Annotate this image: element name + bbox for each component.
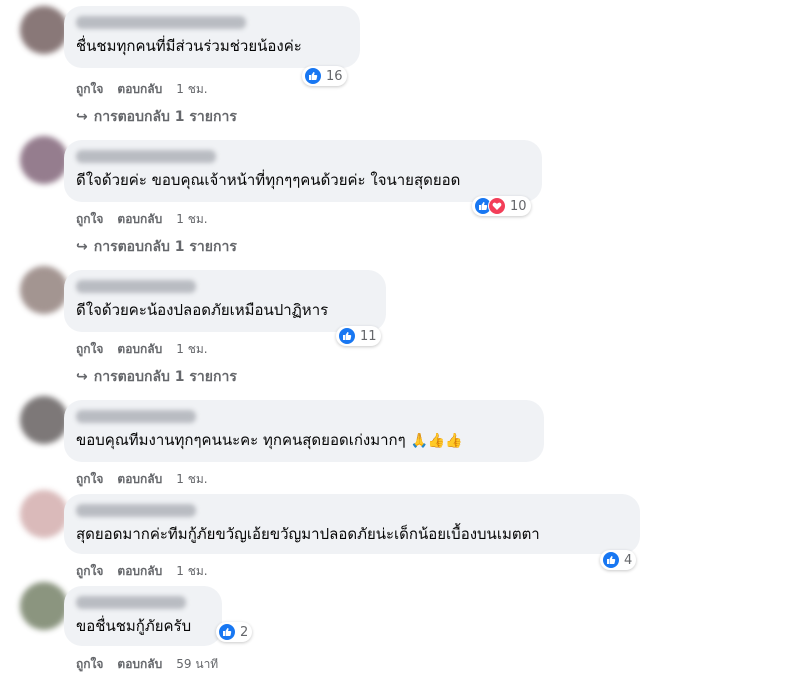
avatar[interactable]: [20, 266, 68, 314]
like-link[interactable]: ถูกใจ: [76, 340, 103, 359]
folded-hands-emoji: 🙏: [410, 433, 428, 449]
comment-text: ชื่นชมทุกคนที่มีส่วนร่วมช่วยน้องค่ะ: [76, 37, 302, 55]
like-link[interactable]: ถูกใจ: [76, 210, 103, 229]
comment-bubble: ชื่นชมทุกคนที่มีส่วนร่วมช่วยน้องค่ะ: [64, 6, 360, 68]
timestamp[interactable]: 1 ชม.: [176, 562, 207, 581]
view-replies-link[interactable]: ↪ การตอบกลับ 1 รายการ: [76, 366, 237, 388]
comment-text: สุดยอดมากค่ะทีมกู้ภัยขวัญเอ้ยขวัญมาปลอดภ…: [76, 525, 540, 543]
author-name-blurred[interactable]: [76, 504, 196, 517]
like-link[interactable]: ถูกใจ: [76, 562, 103, 581]
reply-link[interactable]: ตอบกลับ: [117, 210, 162, 229]
reply-link[interactable]: ตอบกลับ: [117, 655, 162, 674]
reaction-summary[interactable]: 2: [216, 622, 253, 642]
reply-link[interactable]: ตอบกลับ: [117, 80, 162, 99]
like-reaction-icon: [304, 67, 322, 85]
comment-actions: ถูกใจ ตอบกลับ 1 ชม.: [76, 562, 208, 581]
author-name-blurred[interactable]: [76, 596, 186, 609]
author-name-blurred[interactable]: [76, 150, 216, 163]
reply-arrow-icon: ↪: [76, 239, 88, 255]
comment-bubble: ขอชื่นชมกู้ภัยครับ: [64, 586, 222, 646]
comment-bubble: สุดยอดมากค่ะทีมกู้ภัยขวัญเอ้ยขวัญมาปลอดภ…: [64, 494, 640, 554]
comment-actions: ถูกใจ ตอบกลับ 1 ชม.: [76, 470, 208, 489]
timestamp[interactable]: 59 นาที: [176, 655, 218, 674]
avatar[interactable]: [20, 582, 68, 630]
like-reaction-icon: [338, 327, 356, 345]
view-replies-link[interactable]: ↪ การตอบกลับ 1 รายการ: [76, 236, 237, 258]
like-reaction-icon: [218, 623, 236, 641]
timestamp[interactable]: 1 ชม.: [176, 80, 207, 99]
reaction-count: 4: [624, 552, 633, 568]
reaction-summary[interactable]: 10: [472, 196, 531, 216]
replies-label: การตอบกลับ 1 รายการ: [93, 239, 237, 255]
replies-label: การตอบกลับ 1 รายการ: [93, 369, 237, 385]
comment-text: ขอชื่นชมกู้ภัยครับ: [76, 617, 192, 635]
comment-bubble: ขอบคุณทีมงานทุกๆคนนะคะ ทุกคนสุดยอดเก่งมา…: [64, 400, 544, 462]
reply-link[interactable]: ตอบกลับ: [117, 562, 162, 581]
like-link[interactable]: ถูกใจ: [76, 655, 103, 674]
comment-text-body: ขอบคุณทีมงานทุกๆคนนะคะ ทุกคนสุดยอดเก่งมา…: [76, 431, 406, 449]
like-link[interactable]: ถูกใจ: [76, 80, 103, 99]
timestamp[interactable]: 1 ชม.: [176, 210, 207, 229]
reply-link[interactable]: ตอบกลับ: [117, 340, 162, 359]
comment-actions: ถูกใจ ตอบกลับ 1 ชม.: [76, 210, 208, 229]
avatar[interactable]: [20, 490, 68, 538]
author-name-blurred[interactable]: [76, 16, 246, 29]
comment-text: ดีใจด้วยค่ะ ขอบคุณเจ้าหน้าที่ทุกๆๆคนด้วย…: [76, 171, 461, 189]
author-name-blurred[interactable]: [76, 280, 196, 293]
comment-actions: ถูกใจ ตอบกลับ 1 ชม.: [76, 340, 208, 359]
reaction-summary[interactable]: 11: [336, 326, 381, 346]
thumbs-up-emoji: 👍: [427, 433, 446, 449]
timestamp[interactable]: 1 ชม.: [176, 340, 207, 359]
reply-arrow-icon: ↪: [76, 109, 88, 125]
reply-arrow-icon: ↪: [76, 369, 88, 385]
replies-label: การตอบกลับ 1 รายการ: [93, 109, 237, 125]
comment-actions: ถูกใจ ตอบกลับ 1 ชม.: [76, 80, 208, 99]
timestamp[interactable]: 1 ชม.: [176, 470, 207, 489]
author-name-blurred[interactable]: [76, 410, 196, 423]
comment-bubble: ดีใจด้วยคะน้องปลอดภัยเหมือนปาฏิหาร: [64, 270, 386, 332]
reaction-summary[interactable]: 4: [600, 550, 637, 570]
comment-text: ขอบคุณทีมงานทุกๆคนนะคะ ทุกคนสุดยอดเก่งมา…: [76, 430, 532, 451]
comment-bubble: ดีใจด้วยค่ะ ขอบคุณเจ้าหน้าที่ทุกๆๆคนด้วย…: [64, 140, 542, 202]
view-replies-link[interactable]: ↪ การตอบกลับ 1 รายการ: [76, 106, 237, 128]
avatar[interactable]: [20, 136, 68, 184]
like-link[interactable]: ถูกใจ: [76, 470, 103, 489]
thumbs-up-emoji: 👍: [445, 433, 463, 449]
like-reaction-icon: [602, 551, 620, 569]
reaction-summary[interactable]: 16: [302, 66, 347, 86]
reaction-count: 10: [510, 198, 527, 214]
reaction-count: 11: [360, 328, 377, 344]
reaction-count: 2: [240, 624, 249, 640]
comment-actions: ถูกใจ ตอบกลับ 59 นาที: [76, 655, 218, 674]
reaction-count: 16: [326, 68, 343, 84]
comment-text: ดีใจด้วยคะน้องปลอดภัยเหมือนปาฏิหาร: [76, 301, 329, 319]
love-reaction-icon: [488, 197, 506, 215]
reply-link[interactable]: ตอบกลับ: [117, 470, 162, 489]
avatar[interactable]: [20, 6, 68, 54]
avatar[interactable]: [20, 396, 68, 444]
